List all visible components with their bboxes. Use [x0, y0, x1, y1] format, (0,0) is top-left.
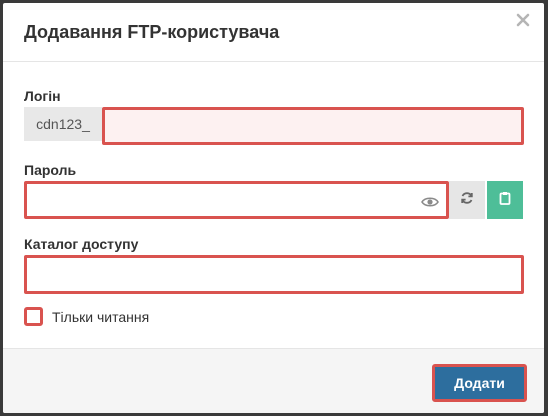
dialog-footer: Додати: [3, 348, 544, 413]
close-icon[interactable]: [514, 11, 532, 29]
directory-label: Каталог доступу: [24, 236, 139, 252]
login-input[interactable]: [102, 107, 524, 145]
refresh-icon: [460, 191, 474, 210]
readonly-label[interactable]: Тільки читання: [52, 309, 149, 325]
login-prefix: cdn123_: [24, 107, 102, 141]
dialog-header: Додавання FTP-користувача: [3, 3, 544, 62]
readonly-checkbox[interactable]: [24, 307, 43, 326]
password-input[interactable]: [24, 181, 449, 219]
clipboard-icon: [499, 191, 511, 210]
login-label: Логін: [24, 88, 61, 104]
add-button[interactable]: Додати: [432, 364, 527, 402]
password-label: Пароль: [24, 162, 77, 178]
add-ftp-user-dialog: Додавання FTP-користувача Логін cdn123_ …: [3, 3, 544, 413]
copy-password-button[interactable]: [487, 181, 523, 219]
generate-password-button[interactable]: [449, 181, 485, 219]
dialog-title: Додавання FTP-користувача: [24, 22, 280, 42]
directory-input[interactable]: [24, 255, 524, 294]
eye-icon[interactable]: [421, 195, 439, 209]
dialog-body: Логін cdn123_ Пароль Каталог доступу Тіл…: [3, 62, 544, 348]
